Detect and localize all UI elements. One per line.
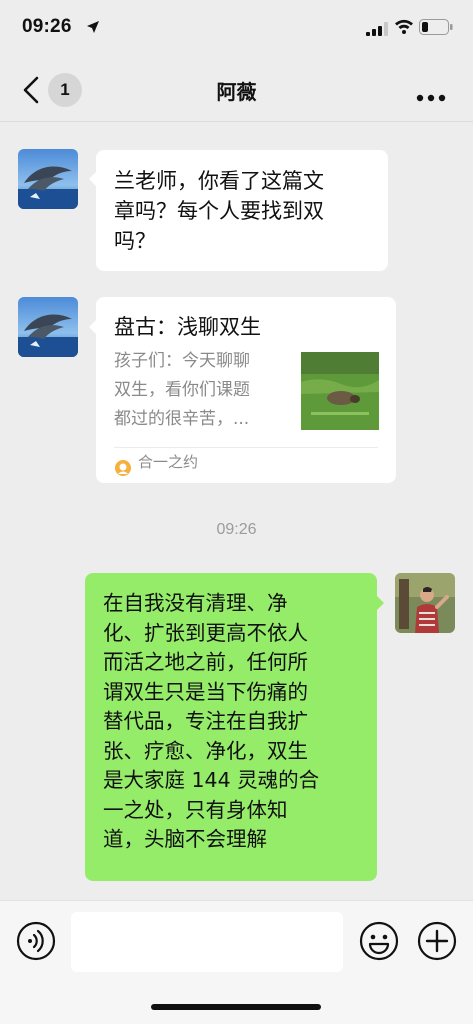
link-card-source: 合一之约 [138, 453, 199, 471]
card-divider [114, 447, 378, 448]
status-bar: 09:26 [0, 0, 473, 58]
bubble-tail [377, 596, 384, 610]
message-text: 在自我没有清理、净 化、扩张到更高不依人 而活之地之前，任何所 谓双生只是当下伤… [103, 591, 320, 851]
link-card-title: 盘古：浅聊双生 [114, 315, 261, 339]
message-bubble-incoming[interactable]: 兰老师，你看了这篇文 章吗？每个人要找到双 吗？ [96, 150, 388, 271]
link-card[interactable]: 盘古：浅聊双生 孩子们：今天聊聊 双生，看你们课题 都过的很辛苦，... 合一之… [96, 297, 396, 483]
status-time: 09:26 [22, 16, 72, 37]
person-avatar[interactable] [395, 573, 455, 633]
message-text: 兰老师，你看了这篇文 章吗？每个人要找到双 吗？ [114, 169, 324, 253]
chat-header: 1 阿薇 [0, 58, 473, 122]
animal-on-grass-thumbnail [301, 352, 379, 430]
cellular-signal-icon [366, 21, 388, 40]
battery-icon [419, 19, 453, 39]
message-timestamp: 09:26 [216, 521, 257, 538]
more-dots-icon[interactable] [416, 87, 446, 106]
message-bubble-outgoing[interactable]: 在自我没有清理、净 化、扩张到更高不依人 而活之地之前，任何所 谓双生只是当下伤… [85, 573, 377, 881]
plus-icon[interactable] [417, 921, 457, 965]
voice-icon[interactable] [16, 921, 56, 965]
bubble-tail [89, 320, 96, 334]
message-input[interactable] [71, 912, 343, 972]
home-indicator[interactable] [151, 1004, 321, 1010]
location-arrow-icon [86, 19, 100, 38]
chat-title: 阿薇 [216, 80, 257, 104]
emoji-icon[interactable] [359, 921, 399, 965]
link-card-description: 孩子们：今天聊聊 双生，看你们课题 都过的很辛苦，... [114, 351, 250, 429]
bubble-tail [89, 172, 96, 186]
wifi-icon [394, 18, 414, 38]
official-account-icon [114, 455, 132, 485]
dolphin-avatar[interactable] [18, 149, 78, 209]
dolphin-avatar[interactable] [18, 297, 78, 357]
